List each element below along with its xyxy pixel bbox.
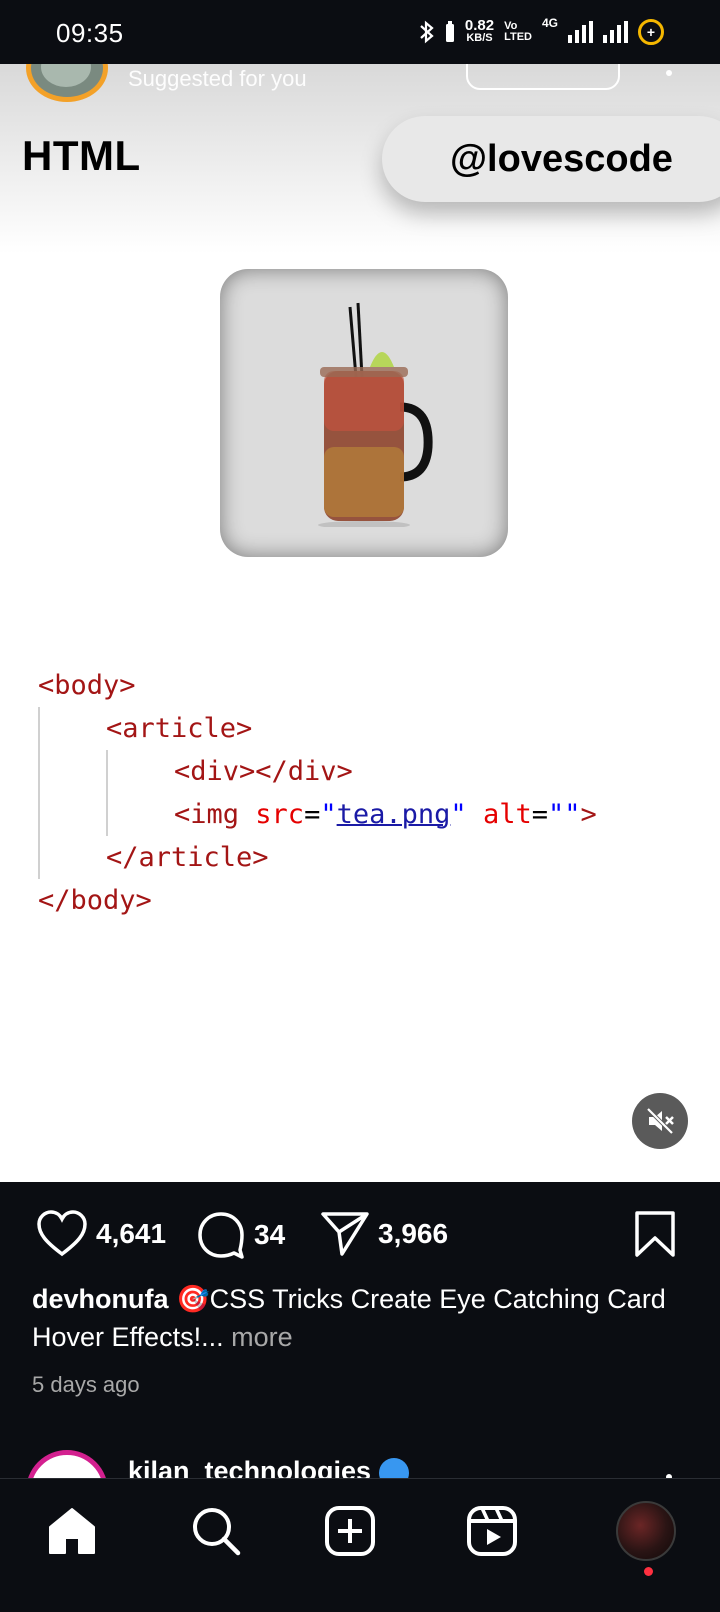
status-icons: 0.82 KB/S Vo LTED 4G +: [419, 16, 664, 48]
bluetooth-icon: [420, 20, 434, 44]
bottom-navigation: [0, 1478, 720, 1612]
bookmark-icon[interactable]: [634, 1210, 676, 1258]
code-quote-2: ": [450, 799, 467, 830]
code-img-open: <img: [174, 799, 240, 830]
code-snippet: <body> <article> <div></div> <img src="t…: [38, 664, 678, 922]
post-caption: devhonufa 🎯CSS Tricks Create Eye Catchin…: [32, 1280, 692, 1356]
nav-create[interactable]: [318, 1499, 382, 1563]
next-post-header: kilan_technologies: [0, 1450, 720, 1478]
search-icon[interactable]: [190, 1505, 242, 1557]
post-timestamp: 5 days ago: [32, 1372, 140, 1397]
code-article-open: <article>: [106, 713, 253, 744]
post-author-avatar[interactable]: [26, 64, 108, 102]
code-eq-1: =: [304, 799, 321, 830]
handle-text: @lovescode: [450, 138, 673, 180]
network-type: 4G: [541, 16, 558, 30]
share-count: 3,966: [378, 1218, 449, 1249]
code-line-3: <div></div>: [38, 750, 678, 793]
comment-action[interactable]: 34: [196, 1210, 285, 1260]
create-icon[interactable]: [324, 1505, 376, 1557]
next-post-username[interactable]: kilan_technologies: [128, 1456, 371, 1478]
follow-button[interactable]: [466, 64, 620, 90]
mute-icon: [646, 1107, 674, 1135]
nav-reels[interactable]: [460, 1499, 524, 1563]
battery-saver-icon: +: [638, 19, 664, 45]
handle-badge: @lovescode: [382, 116, 720, 202]
comment-count: 34: [254, 1219, 286, 1250]
volte-indicator: Vo LTED: [504, 21, 532, 43]
volte-bottom: LTED: [504, 31, 532, 43]
mute-button[interactable]: [632, 1093, 688, 1149]
profile-notification-dot: [644, 1567, 653, 1576]
code-link-tea: tea.png: [336, 799, 451, 830]
instagram-feed-screen: 09:35 0.82 KB/S Vo LTED 4G + Suggested f…: [0, 0, 720, 1612]
signal-icon-1: [568, 21, 593, 43]
code-div: <div></div>: [174, 756, 353, 787]
caption-emoji: 🎯: [176, 1284, 210, 1314]
status-time: 09:35: [56, 18, 124, 48]
network-speed-value: 0.82: [464, 17, 495, 34]
code-line-6: </body>: [38, 879, 678, 922]
code-empty-string: "": [547, 799, 581, 830]
status-bar: 09:35 0.82 KB/S Vo LTED 4G +: [0, 0, 720, 64]
next-post-username-row[interactable]: kilan_technologies: [128, 1456, 410, 1478]
comment-icon[interactable]: [196, 1210, 246, 1260]
post-media[interactable]: Suggested for you HTML @lovescode <body>…: [0, 64, 720, 1182]
caption-more-link[interactable]: more: [231, 1322, 293, 1352]
share-action[interactable]: 3,966: [320, 1210, 448, 1258]
signal-icon-2: [603, 21, 628, 43]
code-attr-src: src: [255, 799, 305, 830]
profile-avatar[interactable]: [616, 1501, 676, 1561]
code-img-close: >: [580, 799, 597, 830]
code-eq-2: =: [531, 799, 548, 830]
tea-card-image: [220, 269, 508, 557]
share-icon[interactable]: [320, 1210, 370, 1258]
post-header: Suggested for you: [0, 64, 720, 106]
code-body-open: <body>: [38, 670, 136, 701]
caption-username[interactable]: devhonufa: [32, 1284, 169, 1314]
verified-badge-icon: [379, 1457, 410, 1478]
network-speed-unit: KB/S: [466, 32, 493, 44]
nav-profile[interactable]: [614, 1499, 678, 1563]
network-speed: 0.82 KB/S: [464, 17, 495, 45]
nav-home[interactable]: [40, 1499, 104, 1563]
code-line-2: <article>: [38, 707, 678, 750]
save-button[interactable]: [634, 1210, 676, 1263]
next-post-avatar[interactable]: [26, 1450, 108, 1478]
code-attr-alt: alt: [482, 799, 532, 830]
like-action[interactable]: 4,641: [36, 1210, 166, 1258]
code-line-4: <img src="tea.png" alt="">: [38, 793, 678, 836]
post-actions: 4,641 34 3,966: [0, 1182, 720, 1286]
more-options-icon[interactable]: [666, 70, 672, 76]
like-count: 4,641: [96, 1218, 167, 1249]
code-body-close: </body>: [38, 885, 152, 916]
code-line-1: <body>: [38, 664, 678, 707]
iced-tea-jar-illustration: [318, 302, 433, 527]
code-quote-1: ": [320, 799, 337, 830]
nav-search[interactable]: [184, 1499, 248, 1563]
code-article-close: </article>: [106, 842, 269, 873]
code-line-5: </article>: [38, 836, 678, 879]
heart-icon[interactable]: [36, 1210, 88, 1258]
suggested-label: Suggested for you: [128, 66, 307, 91]
battery-small-icon: [445, 21, 454, 42]
home-icon[interactable]: [46, 1505, 98, 1557]
media-title: HTML: [22, 132, 141, 179]
reels-icon[interactable]: [466, 1505, 518, 1557]
